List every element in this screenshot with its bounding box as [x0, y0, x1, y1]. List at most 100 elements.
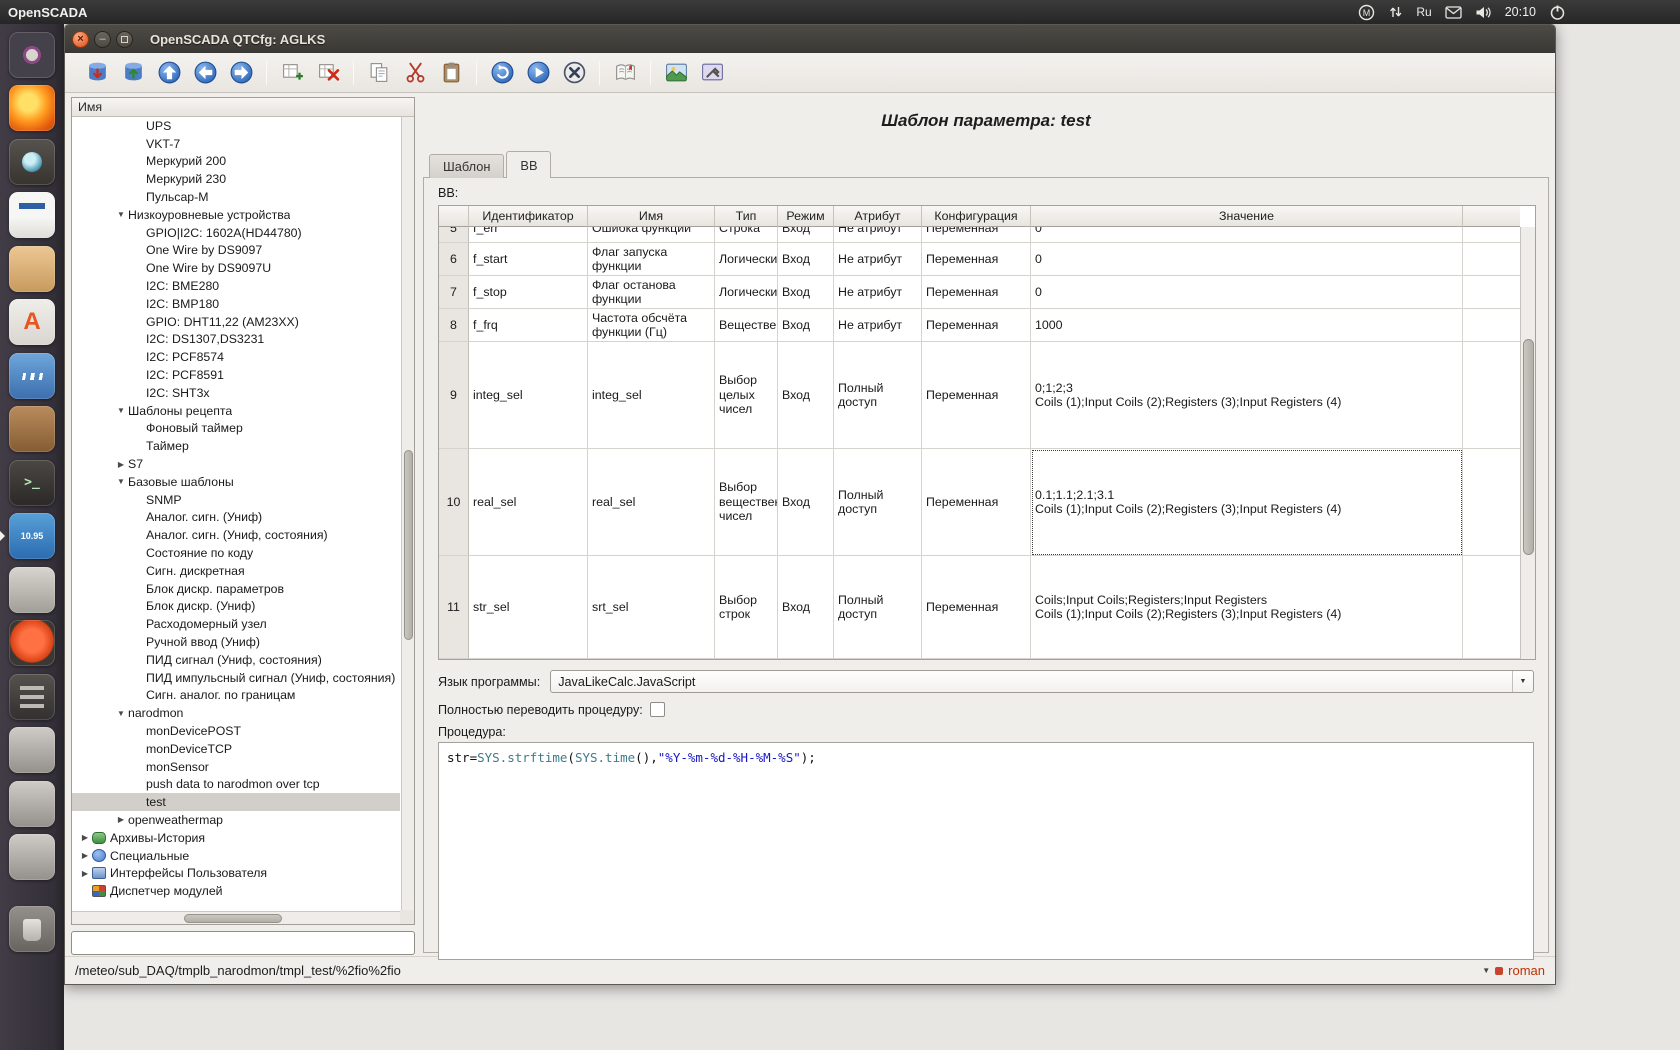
- tree-item-mondevicetcp[interactable]: monDeviceTCP: [72, 740, 400, 758]
- screenshot-icon[interactable]: [9, 139, 55, 185]
- item-add-button[interactable]: [275, 57, 309, 89]
- window-close-button[interactable]: ×: [72, 31, 89, 48]
- tree-item-специальные[interactable]: ▶Специальные: [72, 847, 400, 865]
- col-header-имя[interactable]: Имя: [588, 206, 715, 227]
- cell-value[interactable]: 0: [1031, 227, 1463, 243]
- go-up-button[interactable]: [152, 57, 186, 89]
- launch-qtcfg-button[interactable]: [695, 57, 729, 89]
- tree-item-i2c-bme280[interactable]: I2C: BME280: [72, 277, 400, 295]
- cell-id[interactable]: f_err: [469, 227, 588, 243]
- translate-checkbox[interactable]: [650, 702, 665, 717]
- tab-io[interactable]: ВВ: [506, 151, 551, 178]
- col-header-тип[interactable]: Тип: [715, 206, 778, 227]
- tree-item-пид-импульсный-сигнал-униф-состояния[interactable]: ПИД импульсный сигнал (Униф, состояния): [72, 669, 400, 687]
- tree-item-пид-сигнал-униф-состояния[interactable]: ПИД сигнал (Униф, состояния): [72, 651, 400, 669]
- language-combo[interactable]: JavaLikeCalc.JavaScript ▼: [550, 670, 1534, 693]
- tree-expander-icon[interactable]: ▼: [114, 709, 128, 718]
- cell-mode[interactable]: Вход: [778, 227, 834, 243]
- tree-item-расходомерный-узел[interactable]: Расходомерный узел: [72, 615, 400, 633]
- files-icon[interactable]: [9, 246, 55, 292]
- cell-config[interactable]: Переменная: [922, 556, 1031, 659]
- tree-expander-icon[interactable]: ▼: [114, 406, 128, 415]
- disk-3-icon[interactable]: [9, 834, 55, 880]
- disk-2-icon[interactable]: [9, 781, 55, 827]
- cell-mode[interactable]: Вход: [778, 449, 834, 556]
- tree-item-ups[interactable]: UPS: [72, 117, 400, 135]
- go-forward-button[interactable]: [224, 57, 258, 89]
- system-monitor-icon[interactable]: [9, 353, 55, 399]
- item-copy-button[interactable]: [362, 57, 396, 89]
- cell-value[interactable]: 0: [1031, 243, 1463, 276]
- item-delete-button[interactable]: [311, 57, 345, 89]
- cell-mode[interactable]: Вход: [778, 342, 834, 449]
- cell-value[interactable]: 0;1;2;3Coils (1);Input Coils (2);Registe…: [1031, 342, 1463, 449]
- cell-id[interactable]: real_sel: [469, 449, 588, 556]
- row-header[interactable]: 11: [439, 556, 469, 659]
- save-to-db-button[interactable]: [116, 57, 150, 89]
- cell-mode[interactable]: Вход: [778, 556, 834, 659]
- item-cut-button[interactable]: [398, 57, 432, 89]
- cell-value[interactable]: 0.1;1.1;2.1;3.1Coils (1);Input Coils (2)…: [1031, 449, 1463, 556]
- trash-icon[interactable]: [9, 906, 55, 952]
- tree-item-one-wire-by-ds9097[interactable]: One Wire by DS9097: [72, 242, 400, 260]
- tree-expander-icon[interactable]: ▶: [114, 815, 128, 824]
- tree-item-архивы-история[interactable]: ▶Архивы-История: [72, 829, 400, 847]
- cell-config[interactable]: Переменная: [922, 276, 1031, 309]
- tree-item-блок-дискр-параметров[interactable]: Блок дискр. параметров: [72, 580, 400, 598]
- browser-icon[interactable]: [9, 620, 55, 666]
- tree-item-push-data-to-narodmon-over-tcp[interactable]: push data to narodmon over tcp: [72, 775, 400, 793]
- tree-item-шаблоны-рецепта[interactable]: ▼Шаблоны рецепта: [72, 402, 400, 420]
- tree-expander-icon[interactable]: ▶: [78, 869, 92, 878]
- tree-item-диспетчер-модулей[interactable]: Диспетчер модулей: [72, 882, 400, 900]
- tree-item-фоновый-таймер[interactable]: Фоновый таймер: [72, 420, 400, 438]
- session-indicator-icon[interactable]: [1549, 0, 1566, 24]
- cell-id[interactable]: f_stop: [469, 276, 588, 309]
- tree-item-monsensor[interactable]: monSensor: [72, 758, 400, 776]
- tree-item-i2c-bmp180[interactable]: I2C: BMP180: [72, 295, 400, 313]
- col-header-идентификатор[interactable]: Идентификатор: [469, 206, 588, 227]
- cell-attr[interactable]: Не атрибут: [834, 227, 922, 243]
- tree-expander-icon[interactable]: ▼: [114, 210, 128, 219]
- cell-type[interactable]: Выбор вещественных чисел: [715, 449, 778, 556]
- tree-item-блок-дискр-униф[interactable]: Блок дискр. (Униф): [72, 598, 400, 616]
- firefox-icon[interactable]: [9, 85, 55, 131]
- cell-config[interactable]: Переменная: [922, 309, 1031, 342]
- tree-item-i2c-ds1307-ds3231[interactable]: I2C: DS1307,DS3231: [72, 331, 400, 349]
- cell-name[interactable]: srt_sel: [588, 556, 715, 659]
- tree-item-меркурий-230[interactable]: Меркурий 230: [72, 170, 400, 188]
- cell-id[interactable]: integ_sel: [469, 342, 588, 449]
- cell-attr[interactable]: Не атрибут: [834, 243, 922, 276]
- cell-name[interactable]: Флаг останова функции: [588, 276, 715, 309]
- launch-vision-button[interactable]: [659, 57, 693, 89]
- tree-item-one-wire-by-ds9097u[interactable]: One Wire by DS9097U: [72, 259, 400, 277]
- cell-type[interactable]: Строка: [715, 227, 778, 243]
- tree-expander-icon[interactable]: ▼: [114, 477, 128, 486]
- cell-config[interactable]: Переменная: [922, 243, 1031, 276]
- row-header[interactable]: 10: [439, 449, 469, 556]
- combo-dropdown-button[interactable]: ▼: [1512, 671, 1533, 692]
- cell-name[interactable]: Ошибка функции: [588, 227, 715, 243]
- cell-name[interactable]: integ_sel: [588, 342, 715, 449]
- cell-id[interactable]: str_sel: [469, 556, 588, 659]
- caret-down-icon[interactable]: ▼: [1482, 966, 1490, 975]
- tree-vertical-scrollbar[interactable]: [401, 117, 414, 910]
- table-vertical-scrollbar[interactable]: [1520, 227, 1535, 659]
- cell-id[interactable]: f_frq: [469, 309, 588, 342]
- status-user[interactable]: roman: [1508, 963, 1545, 978]
- tree-item-таймер[interactable]: Таймер: [72, 437, 400, 455]
- col-header-значение[interactable]: Значение: [1031, 206, 1463, 227]
- row-header[interactable]: 6: [439, 243, 469, 276]
- cell-config[interactable]: Переменная: [922, 342, 1031, 449]
- cell-attr[interactable]: Полный доступ: [834, 342, 922, 449]
- tree-item-s7[interactable]: ▶S7: [72, 455, 400, 473]
- col-header-режим[interactable]: Режим: [778, 206, 834, 227]
- row-header[interactable]: 5: [439, 227, 469, 243]
- calculator-icon[interactable]: [9, 674, 55, 720]
- tree-search-input[interactable]: [71, 931, 415, 955]
- cell-attr[interactable]: Полный доступ: [834, 449, 922, 556]
- tree-header[interactable]: Имя: [72, 98, 414, 117]
- start-autoupdate-button[interactable]: [521, 57, 555, 89]
- cell-mode[interactable]: Вход: [778, 243, 834, 276]
- tree-item-i2c-sht3x[interactable]: I2C: SHT3x: [72, 384, 400, 402]
- user-widget[interactable]: ▼ roman: [1482, 963, 1545, 978]
